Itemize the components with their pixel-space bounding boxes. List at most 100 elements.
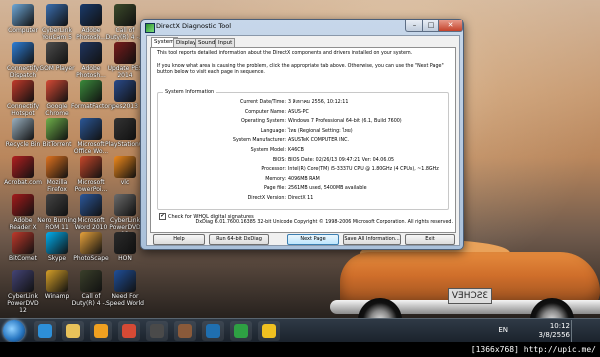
directx-icon [145,23,155,33]
taskbar-media-player-button[interactable] [90,321,112,341]
desktop-icon[interactable]: HON [105,232,145,262]
taskbar-ie-button[interactable] [34,321,56,341]
info-key: Computer Name: [244,109,286,115]
app-icon [80,156,102,178]
info-key: Processor: [261,167,286,173]
desktop-icon-label: PlayStation(R)... [105,141,154,148]
exit-button[interactable]: Exit [405,234,455,245]
dxdiag-window[interactable]: DirectX Diagnostic Tool – □ ✕ System Dis… [140,19,464,250]
window-client: System Display Sound Input This tool rep… [146,35,460,246]
app-icon [80,118,102,140]
show-desktop-button[interactable] [571,320,578,342]
taskbar-line-button[interactable] [230,321,252,341]
info-row: Processor: Intel(R) Core(TM) i5-3337U CPU… [158,166,448,173]
taskbar-chrome-button[interactable] [118,321,140,341]
info-row: DirectX Version: DirectX 11 [158,195,448,202]
taskbar-explorer-button[interactable] [62,321,84,341]
app-icon [46,42,68,64]
run-64bit-dxdiag-button[interactable]: Run 64-bit DxDiag [209,234,269,245]
app-icon [80,4,102,26]
app-icon [12,42,34,64]
explorer-icon [66,324,80,338]
instructions-text: If you know what area is causing the pro… [157,64,444,75]
info-value: BIOS Date: 02/26/13 09:47:21 Ver: 04.06.… [288,157,395,163]
nfs-icon [206,324,220,338]
app-icon [46,118,68,140]
info-value: Windows 7 Professional 64-bit (6.1, Buil… [288,119,402,125]
desktop-icon[interactable]: PlayStation(R)... [105,118,154,148]
copyright-text: DxDiag 6.01.7600.16385 32-bit Unicode Co… [195,220,453,225]
desktop-icon[interactable]: vlc [105,156,145,186]
info-value: ASUS-PC [288,109,309,115]
info-value: Intel(R) Core(TM) i5-3337U CPU @ 1.80GHz… [288,167,439,173]
xfire-icon [262,324,276,338]
app-icon [12,80,34,102]
info-row: Language: ไทย (Regional Setting: ไทย) [158,128,448,135]
info-key: Memory: [265,176,286,182]
title-bar[interactable]: DirectX Diagnostic Tool – □ ✕ [141,20,463,34]
info-key: Page file: [263,186,286,192]
group-title: System Information [163,89,217,95]
app-icon [80,80,102,102]
chrome-icon [122,324,136,338]
intro-text: This tool reports detailed information a… [157,51,413,56]
app-icon [46,270,68,292]
desktop-icon[interactable]: pes2013 [105,80,145,110]
game-icon [178,324,192,338]
app-icon [114,270,136,292]
app-icon [80,42,102,64]
start-button[interactable] [3,320,25,342]
app-icon [12,4,34,26]
info-row: Current Date/Time: 3 สิงหาคม 2556, 10:12:… [158,99,448,106]
app-icon [12,156,34,178]
app-icon [12,232,34,254]
system-information-group: System Information Current Date/Time: 3 ส… [157,89,449,210]
clock-date[interactable]: 3/8/2556 [539,331,570,339]
taskbar-xfire-button[interactable] [258,321,280,341]
info-key: DirectX Version: [247,196,286,201]
info-key: System Manufacturer: [232,138,286,144]
taskbar: EN 10:12 3/8/2556 [0,318,600,343]
app-icon [46,80,68,102]
hon-icon [150,324,164,338]
desktop-icon-label: Call of Duty(R) 4 -... [105,27,145,41]
app-icon [114,80,136,102]
language-indicator[interactable]: EN [498,326,508,334]
info-row: System Manufacturer: ASUSTeK COMPUTER INC… [158,137,448,144]
taskbar-game-button[interactable] [174,321,196,341]
next-page-button[interactable]: Next Page [287,234,339,245]
desktop-icon-label: Update PES 2014 [107,65,143,79]
watermark-text: [1366x768] http://upic.me/ [470,345,596,354]
app-icon [12,118,34,140]
desktop-icon[interactable]: Need For Speed World [105,270,145,307]
info-key: Current Date/Time: [240,100,286,105]
app-icon [114,156,136,178]
info-value: ASUSTeK COMPUTER INC. [288,138,349,144]
app-icon [80,194,102,216]
clock-time[interactable]: 10:12 [550,322,570,330]
line-icon [234,324,248,338]
checkbox-check-icon[interactable]: ✔ [159,213,166,220]
taskbar-nfs-button[interactable] [202,321,224,341]
app-icon [46,156,68,178]
app-icon [114,118,136,140]
info-key: BIOS: [272,157,286,163]
close-button[interactable]: ✕ [438,20,463,32]
save-all-information-button[interactable]: Save All Information... [343,234,401,245]
info-key: Operating System: [240,119,286,125]
desktop-icon-label: pes2013 [112,103,138,110]
desktop-icon[interactable]: Call of Duty(R) 4 -... [105,4,145,41]
app-icon [80,270,102,292]
info-row: Page file: 2561MB used, 5400MB available [158,185,448,192]
help-button[interactable]: Help [153,234,205,245]
app-icon [46,194,68,216]
window-title: DirectX Diagnostic Tool [156,22,232,30]
app-icon [114,4,136,26]
taskbar-hon-button[interactable] [146,321,168,341]
ie-icon [38,324,52,338]
info-row: System Model: K46CB [158,147,448,154]
desktop-icon[interactable]: Update PES 2014 [105,42,145,79]
app-icon [114,232,136,254]
info-row: Memory: 4096MB RAM [158,176,448,183]
info-key: Language: [260,128,286,134]
